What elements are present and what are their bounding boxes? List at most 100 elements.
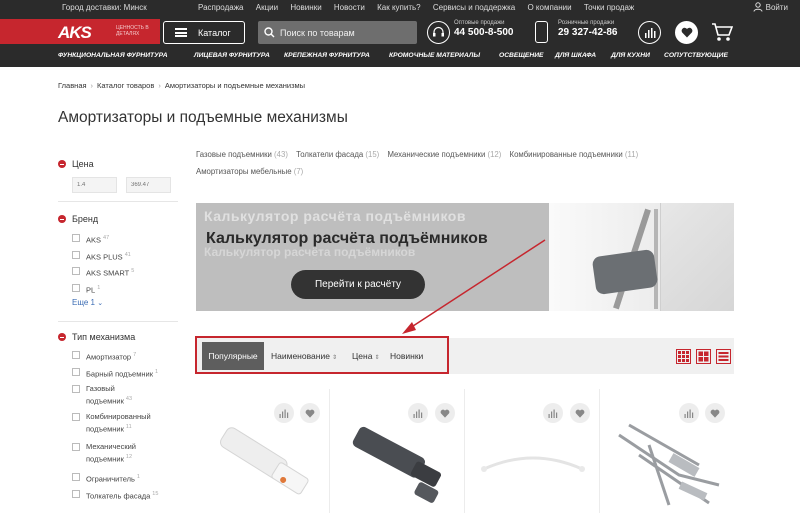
compare-icon — [279, 409, 289, 418]
nav-wardrobe[interactable]: ДЛЯ ШКАФА — [555, 52, 596, 59]
cart-icon[interactable] — [711, 22, 734, 47]
subcategory-link[interactable]: Амортизаторы мебельные (7) — [196, 167, 303, 176]
product-image — [352, 426, 442, 503]
checkbox[interactable] — [72, 351, 80, 359]
grid-view-button[interactable] — [676, 349, 691, 364]
brand-more-link[interactable]: Еще 1 ⌄ — [72, 298, 103, 307]
wholesale-phone[interactable]: 44 500-8-500 — [454, 27, 514, 38]
mechanism-option[interactable]: Механический подъемник 12 — [72, 442, 136, 465]
breadcrumb-home[interactable]: Главная — [58, 81, 87, 90]
checkbox[interactable] — [72, 473, 80, 481]
nav-kitchen[interactable]: ДЛЯ КУХНИ — [611, 52, 650, 59]
top-link-stores[interactable]: Точки продаж — [584, 3, 634, 12]
login-link[interactable]: Войти — [753, 2, 788, 12]
subcategory-link[interactable]: Толкатели фасада (15) — [296, 150, 379, 159]
subcategory-count: (15) — [365, 150, 380, 159]
mechanism-count: 12 — [125, 454, 133, 460]
nav-functional[interactable]: ФУНКЦИОНАЛЬНАЯ ФУРНИТУРА — [58, 52, 168, 59]
checkbox[interactable] — [72, 385, 80, 393]
collapse-icon — [58, 215, 66, 223]
brand-option[interactable]: AKS 47 — [72, 233, 109, 246]
search-icon[interactable] — [264, 27, 275, 38]
brand-count: 47 — [103, 235, 110, 241]
mechanism-option[interactable]: Ограничитель 1 — [72, 472, 140, 485]
mechanism-option[interactable]: Толкатель фасада 15 — [72, 489, 158, 502]
catalog-button[interactable]: Каталог — [163, 21, 245, 44]
brand-option[interactable]: PL 1 — [72, 283, 100, 296]
product-card[interactable] — [196, 389, 330, 513]
nav-fasteners[interactable]: КРЕПЕЖНАЯ ФУРНИТУРА — [284, 52, 370, 59]
brand-option[interactable]: AKS SMART 5 — [72, 266, 134, 279]
subcategory-label: Механические подъемники — [387, 150, 486, 159]
retail-phone[interactable]: 29 327-42-86 — [558, 27, 618, 38]
compare-icon — [413, 409, 423, 418]
price-min-input[interactable] — [72, 177, 117, 193]
mechanism-option[interactable]: Амортизатор 7 — [72, 350, 136, 363]
breadcrumb-sep: › — [158, 81, 161, 90]
calculator-banner[interactable]: Калькулятор расчёта подъёмников Калькуля… — [196, 203, 734, 311]
filter-mechanism-toggle[interactable]: Тип механизма — [58, 332, 135, 342]
favorites-icon[interactable] — [675, 21, 698, 44]
product-card[interactable] — [601, 389, 735, 513]
filter-brand-toggle[interactable]: Бренд — [58, 214, 98, 224]
tiles-icon — [698, 351, 709, 362]
list-icon — [718, 352, 729, 361]
checkbox[interactable] — [72, 413, 80, 421]
breadcrumb-current: Амортизаторы и подъемные механизмы — [164, 81, 306, 90]
subcategory-label: Комбинированные подъемники — [509, 150, 623, 159]
mechanism-label-2: подъемник — [86, 396, 124, 406]
tile-view-button[interactable] — [696, 349, 711, 364]
checkbox[interactable] — [72, 490, 80, 498]
product-card[interactable] — [331, 389, 465, 513]
top-link-news[interactable]: Новости — [334, 3, 365, 12]
collapse-icon — [58, 333, 66, 341]
filter-brand-title: Бренд — [72, 214, 99, 224]
price-max-input[interactable] — [126, 177, 171, 193]
product-card[interactable] — [466, 389, 600, 513]
top-link-promo[interactable]: Акции — [256, 3, 278, 12]
logo[interactable]: AKS ЦЕННОСТЬ В ДЕТАЛЯХ — [0, 19, 160, 44]
checkbox[interactable] — [72, 368, 80, 376]
brand-option[interactable]: AKS PLUS 41 — [72, 250, 131, 263]
mechanism-option[interactable]: Газовый подъемник 43 — [72, 384, 132, 407]
checkbox[interactable] — [72, 251, 80, 259]
headset-icon[interactable] — [427, 21, 450, 44]
checkbox[interactable] — [72, 443, 80, 451]
top-link-services[interactable]: Сервисы и поддержка — [433, 3, 515, 12]
mechanism-count: 1 — [154, 369, 159, 375]
nav-facade[interactable]: ЛИЦЕВАЯ ФУРНИТУРА — [194, 52, 270, 59]
mechanism-count: 7 — [133, 352, 137, 358]
calculator-button[interactable]: Перейти к расчёту — [291, 270, 425, 299]
site-header: Город доставки: Минск Распродажа Акции Н… — [0, 0, 800, 67]
logo-slogan: ЦЕННОСТЬ В ДЕТАЛЯХ — [116, 25, 149, 37]
brand-label: AKS PLUS — [86, 252, 123, 262]
nav-edge[interactable]: КРОМОЧНЫЕ МАТЕРИАЛЫ — [389, 52, 480, 59]
mechanism-option[interactable]: Барный подъемник 1 — [72, 367, 158, 380]
top-link-new[interactable]: Новинки — [290, 3, 321, 12]
search-input[interactable] — [280, 25, 410, 40]
subcategory-count: (12) — [487, 150, 502, 159]
delivery-city-link[interactable]: Город доставки: Минск — [62, 3, 147, 12]
top-link-how-to-buy[interactable]: Как купить? — [377, 3, 421, 12]
nav-lighting[interactable]: ОСВЕЩЕНИЕ — [499, 52, 544, 59]
brand-count: 5 — [131, 268, 135, 274]
top-links: Распродажа Акции Новинки Новости Как куп… — [198, 3, 644, 12]
brand-label: AKS SMART — [86, 268, 130, 278]
list-view-button[interactable] — [716, 349, 731, 364]
checkbox[interactable] — [72, 267, 80, 275]
top-link-about[interactable]: О компании — [527, 3, 571, 12]
retail-phone-block: Розничные продажи 29 327-42-86 — [558, 20, 618, 38]
subcategory-link[interactable]: Комбинированные подъемники (11) — [510, 150, 639, 159]
breadcrumb-catalog[interactable]: Каталог товаров — [97, 81, 154, 90]
filter-price-toggle[interactable]: Цена — [58, 159, 94, 169]
top-link-sale[interactable]: Распродажа — [198, 3, 244, 12]
subcategory-link[interactable]: Механические подъемники (12) — [387, 150, 501, 159]
mechanism-option[interactable]: Комбинированный подъемник 11 — [72, 412, 151, 435]
checkbox[interactable] — [72, 234, 80, 242]
compare-icon[interactable] — [638, 21, 661, 44]
nav-related[interactable]: СОПУТСТВУЮЩИЕ — [664, 52, 728, 59]
subcategory-link[interactable]: Газовые подъемники (43) — [196, 150, 288, 159]
mechanism-count: 1 — [136, 474, 140, 480]
checkbox[interactable] — [72, 284, 80, 292]
filter-price-title: Цена — [72, 159, 94, 169]
